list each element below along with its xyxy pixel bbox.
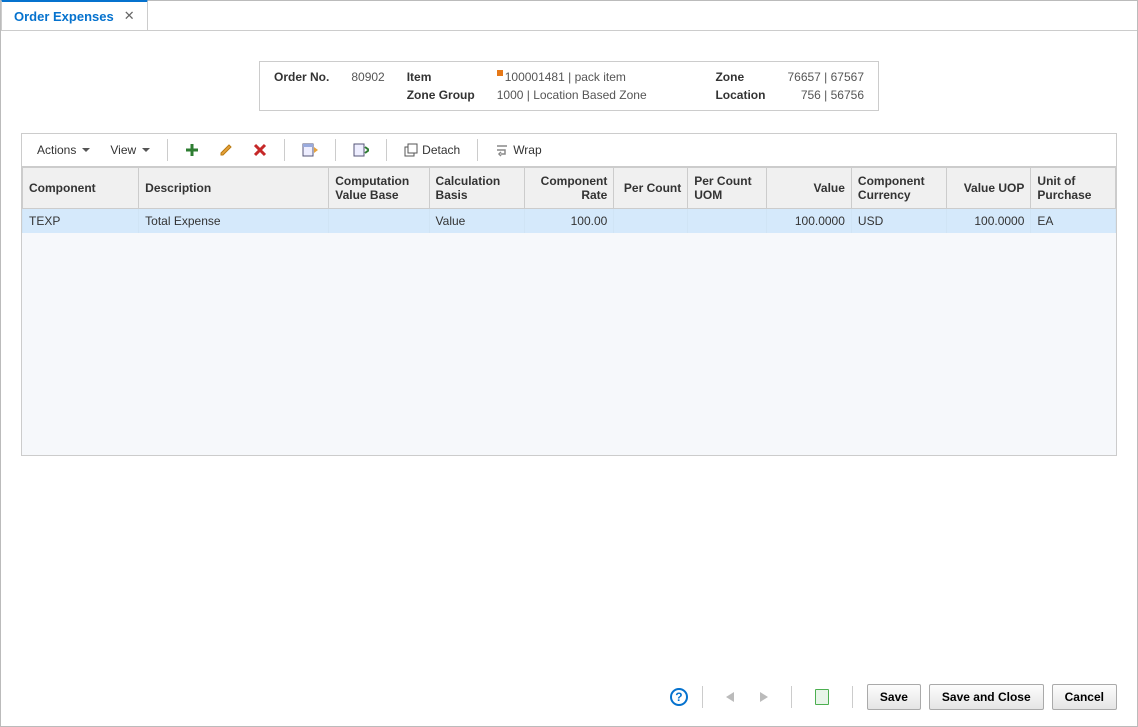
- chevron-down-icon: [142, 148, 150, 152]
- cell-value: 100.0000: [767, 209, 851, 234]
- col-component[interactable]: Component: [23, 168, 139, 209]
- spreadsheet-export-icon: [302, 143, 318, 157]
- item-label: Item: [407, 70, 475, 84]
- notes-button[interactable]: [806, 684, 838, 710]
- wrap-icon: [495, 143, 509, 157]
- edit-button[interactable]: [210, 138, 242, 162]
- tab-title: Order Expenses: [14, 9, 114, 24]
- arrow-right-icon: [760, 692, 768, 702]
- tab-bar: Order Expenses ✕: [1, 1, 1137, 31]
- order-info-panel: Order No. 80902 Item 100001481 | pack it…: [259, 61, 879, 111]
- cell-component-currency: USD: [851, 209, 946, 234]
- plus-icon: [185, 143, 199, 157]
- col-unit-of-purchase[interactable]: Unit of Purchase: [1031, 168, 1116, 209]
- cell-unit-of-purchase: EA: [1031, 209, 1116, 234]
- view-menu[interactable]: View: [101, 138, 159, 162]
- zone-group-label: Zone Group: [407, 88, 475, 102]
- cell-value-uop: 100.0000: [946, 209, 1030, 234]
- col-per-count-uom[interactable]: Per Count UOM: [688, 168, 767, 209]
- x-icon: [253, 143, 267, 157]
- chevron-down-icon: [82, 148, 90, 152]
- table-refresh-icon: [353, 143, 369, 157]
- location-value: 756 | 56756: [787, 88, 864, 102]
- pencil-icon: [219, 143, 233, 157]
- recalculate-button[interactable]: [344, 138, 378, 162]
- wrap-label: Wrap: [513, 143, 541, 157]
- actions-label: Actions: [37, 143, 76, 157]
- col-description[interactable]: Description: [139, 168, 329, 209]
- col-per-count[interactable]: Per Count: [614, 168, 688, 209]
- order-expenses-dialog: Order Expenses ✕ Order No. 80902 Item 10…: [0, 0, 1138, 727]
- cell-description: Total Expense: [139, 209, 329, 234]
- next-button[interactable]: [751, 687, 777, 707]
- col-calc-basis[interactable]: Calculation Basis: [429, 168, 524, 209]
- help-icon[interactable]: ?: [670, 688, 688, 706]
- detach-icon: [404, 143, 418, 157]
- expenses-table: Component Description Computation Value …: [22, 167, 1116, 233]
- zone-group-value: 1000 | Location Based Zone: [497, 88, 694, 102]
- detach-button[interactable]: Detach: [395, 138, 469, 162]
- item-value: 100001481 | pack item: [497, 70, 694, 84]
- prev-button[interactable]: [717, 687, 743, 707]
- cell-per-count: [614, 209, 688, 234]
- cell-component-rate: 100.00: [524, 209, 614, 234]
- order-no-label: Order No.: [274, 70, 329, 84]
- item-marker-icon: [497, 70, 503, 76]
- add-button[interactable]: [176, 138, 208, 162]
- col-value-uop[interactable]: Value UOP: [946, 168, 1030, 209]
- col-comp-value-base[interactable]: Computation Value Base: [329, 168, 429, 209]
- cell-component: TEXP: [23, 209, 139, 234]
- dialog-footer: ? Save Save and Close Cancel: [1, 674, 1137, 726]
- detach-label: Detach: [422, 143, 460, 157]
- table-header-row: Component Description Computation Value …: [23, 168, 1116, 209]
- table-toolbar: Actions View: [21, 133, 1117, 166]
- save-button[interactable]: Save: [867, 684, 921, 710]
- view-label: View: [110, 143, 136, 157]
- wrap-button[interactable]: Wrap: [486, 138, 550, 162]
- cell-calc-basis: Value: [429, 209, 524, 234]
- actions-menu[interactable]: Actions: [28, 138, 99, 162]
- table-row[interactable]: TEXP Total Expense Value 100.00 100.0000…: [23, 209, 1116, 234]
- col-component-rate[interactable]: Component Rate: [524, 168, 614, 209]
- tab-order-expenses[interactable]: Order Expenses ✕: [1, 0, 148, 30]
- content-area: Order No. 80902 Item 100001481 | pack it…: [1, 31, 1137, 674]
- save-and-close-button[interactable]: Save and Close: [929, 684, 1044, 710]
- col-value[interactable]: Value: [767, 168, 851, 209]
- zone-value: 76657 | 67567: [787, 70, 864, 84]
- cell-per-count-uom: [688, 209, 767, 234]
- col-component-currency[interactable]: Component Currency: [851, 168, 946, 209]
- cancel-button[interactable]: Cancel: [1052, 684, 1117, 710]
- close-icon[interactable]: ✕: [124, 8, 135, 24]
- delete-button[interactable]: [244, 138, 276, 162]
- export-button[interactable]: [293, 138, 327, 162]
- cell-comp-value-base: [329, 209, 429, 234]
- expenses-table-container: Component Description Computation Value …: [21, 166, 1117, 456]
- zone-label: Zone: [715, 70, 765, 84]
- document-icon: [815, 689, 829, 705]
- arrow-left-icon: [726, 692, 734, 702]
- order-no-value: 80902: [351, 70, 384, 84]
- location-label: Location: [715, 88, 765, 102]
